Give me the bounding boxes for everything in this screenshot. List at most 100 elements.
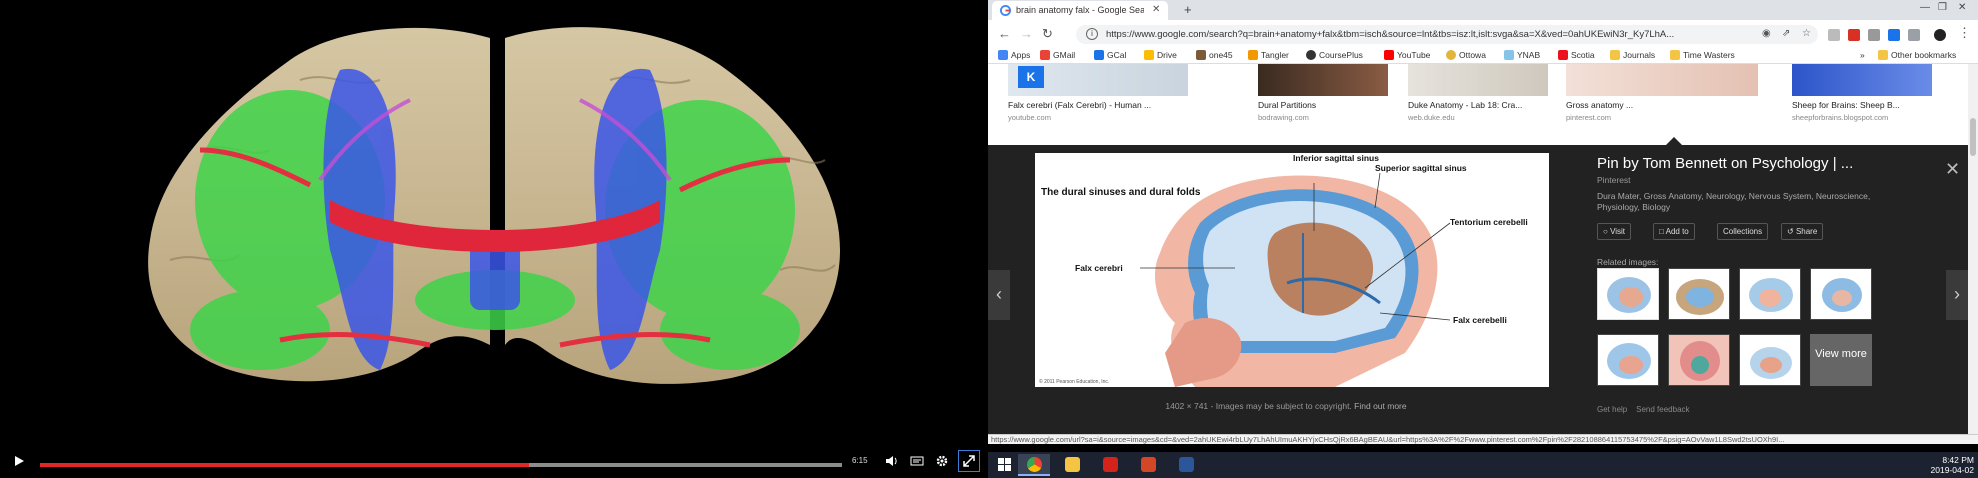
address-bar[interactable]: i https://www.google.com/search?q=brain+…: [1076, 25, 1818, 44]
related-image[interactable]: [1739, 334, 1801, 386]
bookmark-scotia[interactable]: Scotia: [1558, 50, 1595, 60]
result-source: sheepforbrains.blogspot.com: [1792, 113, 1889, 122]
back-arrow-icon[interactable]: ←: [998, 26, 1011, 41]
related-image[interactable]: [1668, 268, 1730, 320]
restore-icon[interactable]: ❐: [1938, 2, 1947, 13]
send-feedback-link[interactable]: Send feedback: [1636, 405, 1689, 414]
captions-button[interactable]: [910, 454, 924, 473]
related-image[interactable]: [1597, 334, 1659, 386]
bookmark-star-icon[interactable]: ☆: [1802, 28, 1811, 39]
browser-tab[interactable]: brain anatomy falx - Google Sea ✕: [992, 1, 1168, 20]
extension-icon[interactable]: [1888, 29, 1900, 41]
windows-start-icon[interactable]: [998, 458, 1012, 472]
bookmark-apps[interactable]: Apps: [998, 50, 1030, 60]
related-image[interactable]: [1739, 268, 1801, 320]
view-more-button[interactable]: View more: [1810, 334, 1872, 386]
extension-icon[interactable]: [1828, 29, 1840, 41]
menu-dots-icon[interactable]: ⋮: [1958, 25, 1971, 41]
new-tab-button[interactable]: +: [1184, 2, 1192, 17]
bookmark-ottowa[interactable]: Ottowa: [1446, 50, 1486, 60]
result-title[interactable]: Duke Anatomy - Lab 18: Cra...: [1408, 100, 1522, 110]
scrollbar-thumb[interactable]: [1970, 118, 1976, 156]
bookmark-time-wasters[interactable]: Time Wasters: [1670, 50, 1735, 60]
system-clock[interactable]: 8:42 PM 2019-04-02: [1918, 455, 1974, 475]
progress-buffered: [529, 463, 842, 467]
related-thumbnail: [1598, 335, 1658, 385]
diagram-copyright: © 2011 Pearson Education, Inc.: [1039, 378, 1109, 385]
previous-arrow-icon[interactable]: ‹: [988, 270, 1010, 320]
bookmark-one45[interactable]: one45: [1196, 50, 1233, 60]
result-thumbnail[interactable]: [1408, 64, 1548, 96]
result-thumbnail[interactable]: [1792, 64, 1932, 96]
next-arrow-icon[interactable]: ›: [1946, 270, 1968, 320]
taskbar-file-explorer[interactable]: [1056, 454, 1088, 476]
profile-avatar[interactable]: [1934, 29, 1946, 41]
visit-button[interactable]: ○ Visit: [1597, 223, 1632, 240]
result-title[interactable]: Sheep for Brains: Sheep B...: [1792, 100, 1900, 110]
close-icon[interactable]: ✕: [1945, 159, 1960, 180]
find-out-more-link[interactable]: Find out more: [1354, 401, 1406, 411]
add-to-button[interactable]: □ Add to: [1653, 223, 1695, 240]
taskbar-acrobat[interactable]: [1094, 454, 1126, 476]
bookmark-gcal[interactable]: GCal: [1094, 50, 1126, 60]
related-image[interactable]: [1597, 268, 1659, 320]
share-icon[interactable]: ⇗: [1782, 28, 1790, 39]
play-icon: [15, 456, 24, 466]
get-help-link[interactable]: Get help: [1597, 405, 1627, 414]
chrome-window: brain anatomy falx - Google Sea ✕ + — ❐ …: [988, 0, 1978, 444]
bookmark-gmail[interactable]: GMail: [1040, 50, 1075, 60]
play-button[interactable]: [12, 454, 26, 468]
other-bookmarks[interactable]: Other bookmarks: [1878, 50, 1956, 60]
bookmark-youtube[interactable]: YouTube: [1384, 50, 1430, 60]
url-text[interactable]: https://www.google.com/search?q=brain+an…: [1106, 29, 1746, 40]
image-dimensions: 1402 × 741: [1165, 401, 1209, 411]
forward-arrow-icon[interactable]: →: [1020, 26, 1033, 41]
bookmark-journals[interactable]: Journals: [1610, 50, 1655, 60]
tab-close-icon[interactable]: ✕: [1152, 4, 1160, 15]
share-button[interactable]: ↺ Share: [1781, 223, 1824, 240]
extension-icon[interactable]: [1868, 29, 1880, 41]
result-thumbnail[interactable]: [1258, 64, 1388, 96]
result-title[interactable]: Dural Partitions: [1258, 100, 1316, 110]
taskbar-powerpoint[interactable]: [1132, 454, 1164, 476]
brain-tractography-video-frame[interactable]: [0, 0, 988, 440]
location-icon[interactable]: ◉: [1762, 28, 1771, 39]
extension-icon[interactable]: [1848, 29, 1860, 41]
bookmark-drive[interactable]: Drive: [1144, 50, 1177, 60]
bookmarks-overflow-icon[interactable]: »: [1860, 50, 1865, 60]
preview-image[interactable]: The dural sinuses and dural folds Inferi…: [1035, 153, 1549, 387]
scotia-icon: [1558, 50, 1568, 60]
result-source: bodrawing.com: [1258, 113, 1309, 122]
result-title[interactable]: Falx cerebri (Falx Cerebri) - Human ...: [1008, 100, 1151, 110]
related-image[interactable]: [1810, 268, 1872, 320]
page-scrollbar[interactable]: [1968, 64, 1978, 442]
extension-icon[interactable]: [1908, 29, 1920, 41]
video-progress-bar[interactable]: [40, 463, 842, 467]
related-image[interactable]: [1668, 334, 1730, 386]
window-close-icon[interactable]: ✕: [1958, 2, 1966, 13]
gmail-icon: [1040, 50, 1050, 60]
bookmark-courseplus[interactable]: CoursePlus: [1306, 50, 1363, 60]
taskbar-word[interactable]: [1170, 454, 1202, 476]
taskbar-chrome[interactable]: [1018, 454, 1050, 476]
result-title[interactable]: Gross anatomy ...: [1566, 100, 1633, 110]
youtube-icon: [1384, 50, 1394, 60]
reload-icon[interactable]: ↻: [1042, 26, 1053, 42]
bookmark-ynab[interactable]: YNAB: [1504, 50, 1540, 60]
fullscreen-button[interactable]: [958, 450, 980, 472]
result-thumbnail[interactable]: K: [1008, 64, 1188, 96]
info-icon[interactable]: i: [1086, 28, 1098, 40]
one45-icon: [1196, 50, 1206, 60]
clock-time: 8:42 PM: [1942, 455, 1974, 465]
result-badge: K: [1018, 66, 1044, 88]
video-player[interactable]: 6:15: [0, 0, 988, 478]
minimize-icon[interactable]: —: [1920, 2, 1930, 13]
result-source: youtube.com: [1008, 113, 1051, 122]
bookmark-tangler[interactable]: Tangler: [1248, 50, 1289, 60]
volume-button[interactable]: [884, 454, 898, 473]
settings-button[interactable]: [935, 454, 949, 473]
collections-button[interactable]: Collections: [1717, 223, 1769, 240]
related-thumbnail: [1669, 335, 1729, 385]
preview-title[interactable]: Pin by Tom Bennett on Psychology | ...: [1597, 155, 1853, 172]
result-thumbnail[interactable]: [1566, 64, 1758, 96]
